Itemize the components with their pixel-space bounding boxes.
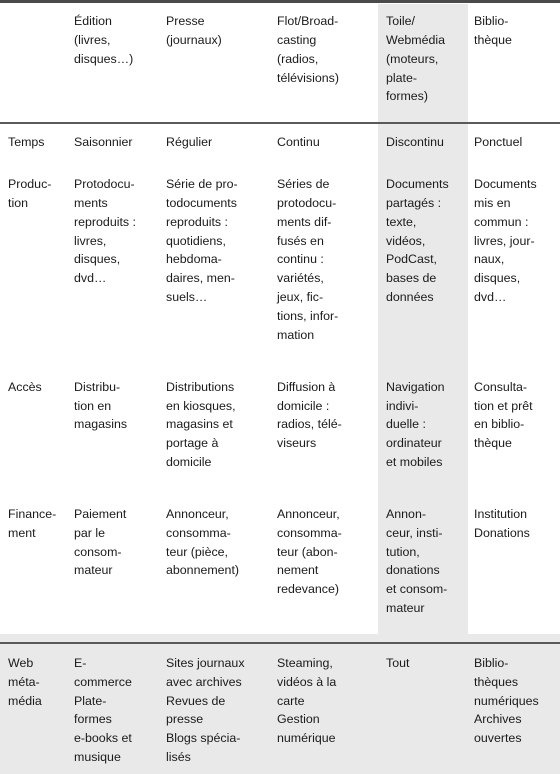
header-cell-toile-webmedia: Toile/ Webmédia (moteurs, plate- formes) bbox=[378, 0, 467, 124]
cell-financement-presse: Annonceur, consomma- teur (pièce, abonne… bbox=[166, 506, 240, 578]
cell-financement-toile: Annon- ceur, insti- tution, donations et… bbox=[386, 506, 448, 616]
cell-financement-flot: Annonceur, consomma- teur (abon- nement … bbox=[277, 506, 342, 597]
cell-web-biblio: Biblio- thèques numériques Archives ouve… bbox=[467, 641, 560, 774]
row-label-production: Produc- tion bbox=[8, 177, 52, 210]
row-label-temps: Temps bbox=[0, 122, 74, 167]
header-cell-presse: Presse (journaux) bbox=[166, 0, 277, 124]
cell-temps-toile: Discontinu bbox=[378, 122, 467, 167]
cell-production-toile: Documents partagés : texte, vidéos, PodC… bbox=[386, 177, 449, 305]
header-cell-bibliotheque: Biblio- thèque bbox=[467, 0, 560, 124]
cell-production-presse: Série de pro- todocuments reproduits : q… bbox=[166, 177, 238, 305]
row-label-acces: Accès bbox=[8, 379, 42, 394]
media-comparison-table: Édition (livres, disques…) Presse (journ… bbox=[0, 0, 560, 774]
table-row-production: Produc- tion Protodocu- ments reproduits… bbox=[0, 166, 560, 369]
header-cell-edition: Édition (livres, disques…) bbox=[74, 0, 166, 124]
cell-acces-presse: Distributions en kiosques, magasins et p… bbox=[166, 379, 236, 470]
cell-temps-biblio: Ponctuel bbox=[467, 122, 560, 167]
cell-financement-biblio: Institution Donations bbox=[474, 506, 530, 540]
cell-web-flot: Steaming, vidéos à la carte Gestion numé… bbox=[277, 641, 378, 774]
cell-acces-flot: Diffusion à domicile : radios, télé- vis… bbox=[277, 379, 342, 451]
cell-acces-toile: Navigation indivi- duelle : ordinateur e… bbox=[386, 379, 445, 470]
cell-acces-biblio: Consulta- tion et prêt en biblio- thèque bbox=[474, 379, 533, 451]
row-label-financement: Finance- ment bbox=[8, 506, 57, 540]
cell-web-presse: Sites journaux avec archives Revues de p… bbox=[166, 641, 277, 774]
table-page: Édition (livres, disques…) Presse (journ… bbox=[0, 0, 560, 774]
cell-production-edition: Protodocu- ments reproduits : livres, di… bbox=[74, 177, 136, 286]
cell-web-toile: Tout bbox=[378, 641, 467, 774]
cell-production-flot: Séries de protodocu- ments dif- fusés en… bbox=[277, 177, 339, 342]
table-row-web-metamedia: Web méta- média E- commerce Plate- forme… bbox=[0, 641, 560, 774]
table-row-temps: Temps Saisonnier Régulier Continu Discon… bbox=[0, 122, 560, 167]
header-cell-flot-broadcasting: Flot/Broad- casting (radios, télévisions… bbox=[277, 0, 378, 124]
row-label-web-metamedia: Web méta- média bbox=[0, 641, 74, 774]
cell-production-biblio: Documents mis en commun : livres, jour- … bbox=[474, 177, 537, 305]
cell-acces-edition: Distribu- tion en magasins bbox=[74, 379, 128, 432]
cell-financement-edition: Paiement par le consom- mateur bbox=[74, 506, 127, 578]
cell-temps-flot: Continu bbox=[277, 122, 378, 167]
table-row-financement: Finance- ment Paiement par le consom- ma… bbox=[0, 496, 560, 643]
cell-temps-presse: Régulier bbox=[166, 122, 277, 167]
header-cell-corner bbox=[0, 0, 74, 124]
cell-web-edition: E- commerce Plate- formes e-books et mus… bbox=[74, 641, 166, 774]
table-row-acces: Accès Distribu- tion en magasins Distrib… bbox=[0, 369, 560, 496]
table-header-row: Édition (livres, disques…) Presse (journ… bbox=[0, 0, 560, 124]
cell-temps-edition: Saisonnier bbox=[74, 122, 166, 167]
